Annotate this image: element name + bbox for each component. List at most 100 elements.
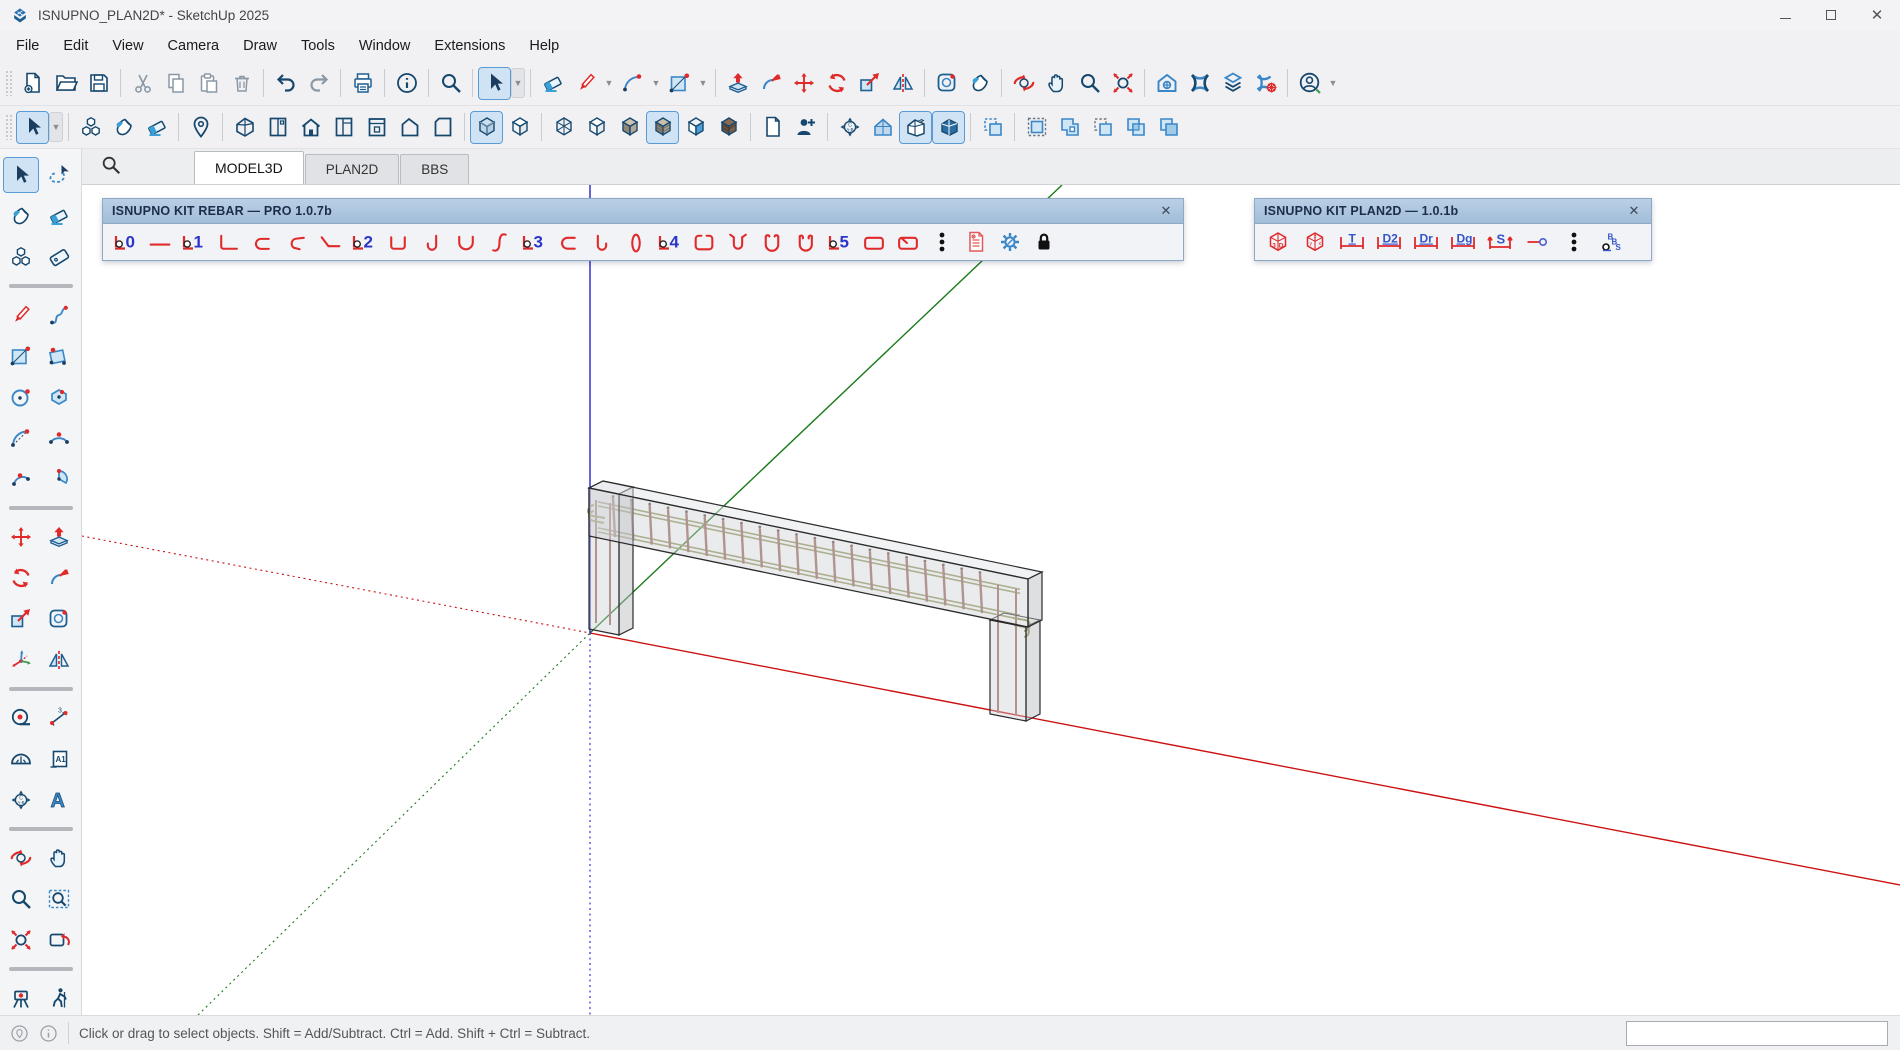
main-line-pencil-icon[interactable] [569, 67, 602, 100]
main-flip-icon[interactable] [886, 67, 919, 100]
palette-tag-icon[interactable] [41, 239, 77, 275]
palette-select-icon[interactable] [3, 157, 39, 193]
view-axes-compass-icon[interactable]: CA-B [833, 111, 866, 144]
palette-flip-icon[interactable] [41, 642, 77, 678]
main-follow-me-icon[interactable] [754, 67, 787, 100]
view-drawer-icon[interactable] [360, 111, 393, 144]
geolocation-status-icon[interactable] [10, 1024, 29, 1043]
plan2d-kit-close-icon[interactable]: ✕ [1626, 203, 1642, 219]
main-save-file-icon[interactable] [82, 67, 115, 100]
view-walkthrough-b-icon[interactable] [932, 111, 965, 144]
view-style-hidden-line-icon[interactable] [580, 111, 613, 144]
palette-polygon-icon[interactable] [41, 379, 77, 415]
main-account-icon[interactable] [1293, 67, 1326, 100]
plan2d-kit-titlebar[interactable]: ISNUPNO KIT PLAN2D — 1.0.1b ✕ [1255, 199, 1651, 224]
palette-zoom-extents-icon[interactable] [3, 922, 39, 958]
rebar-kit-titlebar[interactable]: ISNUPNO KIT REBAR — PRO 1.0.7b ✕ [103, 199, 1183, 224]
main-push-pull-icon[interactable] [721, 67, 754, 100]
plan2d-dim-dr-icon[interactable]: Dr [1409, 227, 1442, 257]
main-orbit-icon[interactable] [1007, 67, 1040, 100]
rebar-stirrup-hook-rect-icon[interactable] [891, 227, 924, 257]
tab-bbs[interactable]: BBS [400, 154, 469, 184]
view-split-icon[interactable] [1152, 111, 1185, 144]
main-zoom-extents-icon[interactable] [1106, 67, 1139, 100]
palette-paint-bucket-icon[interactable] [3, 198, 39, 234]
rebar-bar-l-icon[interactable] [211, 227, 244, 257]
view-glass-house-icon[interactable] [866, 111, 899, 144]
plan2d-bbs-icon[interactable]: BBS [1594, 227, 1627, 257]
view-new-scene-doc-icon[interactable] [756, 111, 789, 144]
main-pan-icon[interactable] [1040, 67, 1073, 100]
main-cut-icon[interactable] [126, 67, 159, 100]
rebar-stirrup-flared-icon[interactable] [721, 227, 754, 257]
palette-orbit-icon[interactable] [3, 840, 39, 876]
rebar-rebar-group-2-icon[interactable]: 2 [347, 227, 380, 257]
palette-position-camera-icon[interactable] [3, 980, 39, 1016]
view-style-xray-icon[interactable] [470, 111, 503, 144]
measurements-input[interactable] [1626, 1021, 1888, 1046]
palette-pan-icon[interactable] [41, 840, 77, 876]
main-zoom-icon[interactable] [1073, 67, 1106, 100]
view-home-front-icon[interactable] [294, 111, 327, 144]
palette-pie-icon[interactable] [41, 461, 77, 497]
view-style-wireframe-icon[interactable] [547, 111, 580, 144]
main-eraser-icon[interactable] [536, 67, 569, 100]
info-status-icon[interactable] [39, 1024, 58, 1043]
main-model-info-icon[interactable] [390, 67, 423, 100]
view-double-door-icon[interactable] [261, 111, 294, 144]
palette-tape-measure-icon[interactable] [3, 700, 39, 736]
palette-push-pull-icon[interactable] [41, 519, 77, 555]
palette-dimensions-icon[interactable]: 3 [41, 700, 77, 736]
palette-axes-icon[interactable] [3, 642, 39, 678]
plan2d-cube-3d-icon[interactable]: 3D [1261, 227, 1294, 257]
rebar-stirrup-hooks-a-icon[interactable] [755, 227, 788, 257]
rebar-license-lock-icon[interactable] [1027, 227, 1060, 257]
main-zoom-search-icon[interactable] [434, 67, 467, 100]
palette-freehand-icon[interactable] [41, 297, 77, 333]
main-scale-icon[interactable] [853, 67, 886, 100]
rebar-bar-c-icon[interactable] [551, 227, 584, 257]
viewport-canvas[interactable]: ISNUPNO KIT REBAR — PRO 1.0.7b ✕ 012345 … [82, 185, 1900, 1015]
main-extension-manager-icon[interactable] [1249, 67, 1282, 100]
palette-arc-icon[interactable] [3, 420, 39, 456]
view-select-icon[interactable] [16, 111, 49, 144]
plan2d-leader-line-icon[interactable] [1520, 227, 1553, 257]
main-select-dropdown[interactable]: ▼ [511, 68, 525, 98]
main-move-icon[interactable] [787, 67, 820, 100]
plan2d-cube-axes-icon[interactable]: zyx [1298, 227, 1331, 257]
rebar-bar-u-round-icon[interactable] [449, 227, 482, 257]
palette-three-d-text-icon[interactable]: A [41, 782, 77, 818]
main-open-file-icon[interactable] [49, 67, 82, 100]
palette-rotated-rectangle-icon[interactable] [41, 338, 77, 374]
menu-draw[interactable]: Draw [231, 34, 289, 58]
view-components-icon[interactable] [74, 111, 107, 144]
menu-camera[interactable]: Camera [156, 34, 232, 58]
rebar-bar-oval-icon[interactable] [619, 227, 652, 257]
toolbar-grip[interactable] [5, 70, 13, 96]
view-style-textured-icon[interactable] [712, 111, 745, 144]
main-layers-stack-icon[interactable] [1216, 67, 1249, 100]
main-arcs-icon[interactable] [616, 67, 649, 100]
main-copy-icon[interactable] [159, 67, 192, 100]
menu-extensions[interactable]: Extensions [422, 34, 517, 58]
rebar-report-document-icon[interactable] [959, 227, 992, 257]
palette-line-pencil-icon[interactable] [3, 297, 39, 333]
rebar-rebar-group-5-icon[interactable]: 5 [823, 227, 856, 257]
view-roof-outline-icon[interactable] [393, 111, 426, 144]
view-style-shaded-textures-icon[interactable] [646, 111, 679, 144]
menu-window[interactable]: Window [347, 34, 423, 58]
palette-circle-icon[interactable] [3, 379, 39, 415]
main-account-dropdown[interactable]: ▼ [1326, 67, 1340, 100]
view-style-monochrome-icon[interactable] [679, 111, 712, 144]
tab-plan2d[interactable]: PLAN2D [305, 154, 400, 184]
palette-previous-view-icon[interactable] [41, 922, 77, 958]
rebar-rebar-group-3-icon[interactable]: 3 [517, 227, 550, 257]
main-trimble-connect-icon[interactable] [1183, 67, 1216, 100]
view-subtract-icon[interactable] [1086, 111, 1119, 144]
view-panel-icon[interactable] [426, 111, 459, 144]
toolbar-grip[interactable] [5, 114, 13, 140]
view-intersect-icon[interactable] [1020, 111, 1053, 144]
view-style-shaded-icon[interactable] [613, 111, 646, 144]
view-house-3d-icon[interactable] [228, 111, 261, 144]
palette-zoom-window-icon[interactable] [41, 881, 77, 917]
